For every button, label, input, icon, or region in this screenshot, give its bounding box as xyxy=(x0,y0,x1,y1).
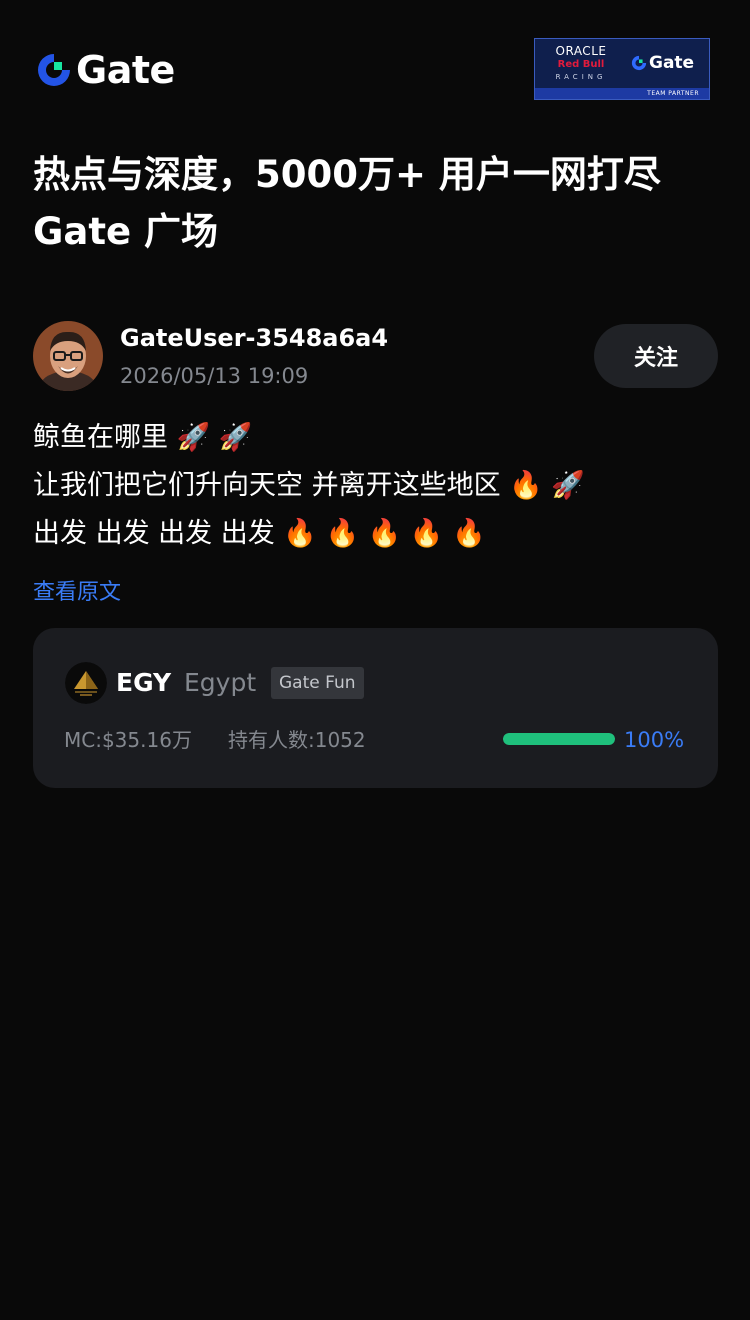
market-cap: MC:$35.16万 xyxy=(64,728,192,752)
header: Gate ORACLE Red Bull RACING Gate TEAM PA… xyxy=(0,0,750,130)
token-icon xyxy=(65,662,107,704)
holders-count: 持有人数:1052 xyxy=(228,728,366,752)
partner-oracle-text: ORACLE xyxy=(555,44,607,58)
partner-gate-logo: Gate xyxy=(631,53,694,73)
follow-button[interactable]: 关注 xyxy=(594,324,718,388)
progress-label: 100% xyxy=(624,728,685,752)
post-line-2: 让我们把它们升向天空 并离开这些地区 🔥 🚀 xyxy=(33,470,585,501)
partner-racing-text: RACING xyxy=(555,73,607,81)
username[interactable]: GateUser-3548a6a4 xyxy=(120,322,388,354)
user-avatar xyxy=(33,321,103,391)
partner-redbull-text: Red Bull xyxy=(557,59,605,70)
headline-line-1: 热点与深度，5000万+ 用户一网打尽 xyxy=(33,153,661,196)
gate-logo-icon xyxy=(38,54,70,86)
post-timestamp: 2026/05/13 19:09 xyxy=(120,364,309,388)
token-card[interactable]: EGY Egypt Gate Fun MC:$35.16万 持有人数:1052 … xyxy=(33,628,718,788)
team-partner-strip: TEAM PARTNER xyxy=(535,88,709,99)
progress-bar xyxy=(503,733,615,745)
token-symbol: EGY xyxy=(116,668,172,697)
token-tag: Gate Fun xyxy=(271,667,364,699)
view-original-link[interactable]: 查看原文 xyxy=(33,575,121,611)
pyramid-token-icon xyxy=(65,662,107,704)
logo-text: Gate xyxy=(76,48,175,92)
page-headline: 热点与深度，5000万+ 用户一网打尽 Gate 广场 xyxy=(33,146,723,260)
gate-logo[interactable]: Gate xyxy=(36,50,175,90)
avatar[interactable] xyxy=(33,321,103,391)
post-line-1: 鲸鱼在哪里 🚀 🚀 xyxy=(33,422,253,453)
post-line-3: 出发 出发 出发 出发 🔥 🔥 🔥 🔥 🔥 xyxy=(33,518,486,549)
post-content: 鲸鱼在哪里 🚀 🚀 让我们把它们升向天空 并离开这些地区 🔥 🚀 出发 出发 出… xyxy=(33,414,723,558)
partner-gate-text: Gate xyxy=(649,53,695,73)
gate-small-logo-icon xyxy=(631,55,647,71)
progress-fill xyxy=(503,733,615,745)
headline-line-2: Gate 广场 xyxy=(33,210,218,253)
partner-badge[interactable]: ORACLE Red Bull RACING Gate TEAM PARTNER xyxy=(534,38,710,100)
token-name: Egypt xyxy=(184,668,257,697)
